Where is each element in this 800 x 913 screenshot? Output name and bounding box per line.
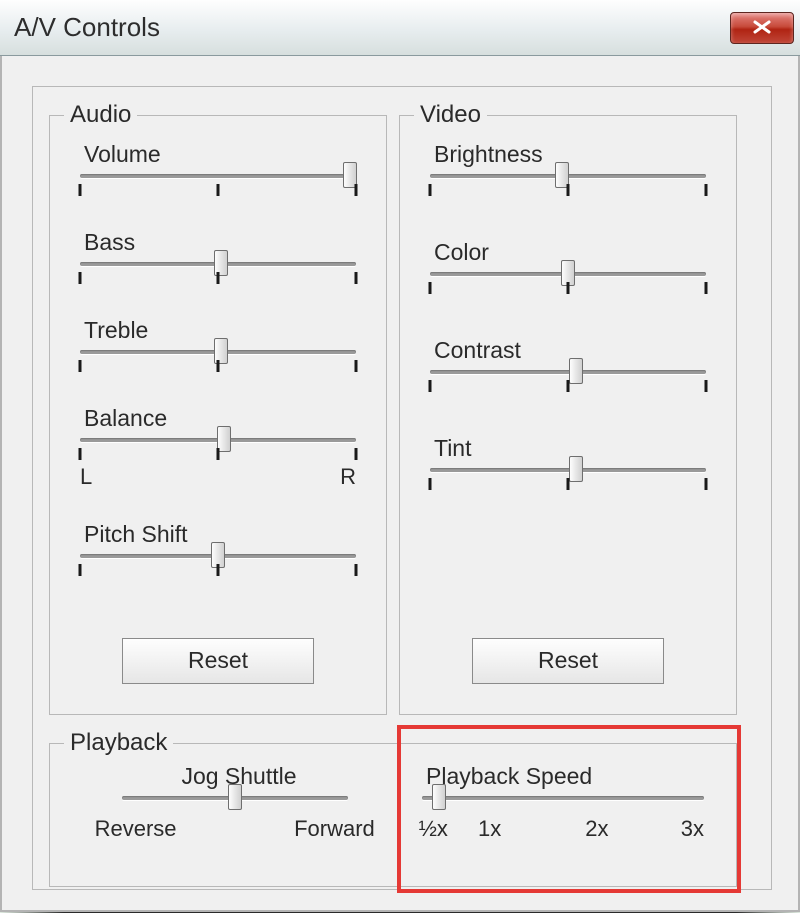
- close-icon: [752, 14, 772, 39]
- client-area: Audio Volume Bass: [0, 56, 800, 912]
- audio-legend: Audio: [64, 101, 137, 129]
- balance-ticks: [80, 448, 356, 462]
- playback-group: Playback Jog Shuttle Reverse Forward Pla…: [49, 729, 737, 887]
- color-control: Color: [426, 239, 710, 296]
- tint-control: Tint: [426, 435, 710, 492]
- video-group: Video Brightness Color: [399, 101, 737, 715]
- volume-control: Volume: [76, 141, 360, 198]
- speed-label: Playback Speed: [426, 763, 708, 790]
- title-bar: A/V Controls: [0, 0, 800, 56]
- speed-tick-3x: 3x: [681, 816, 704, 842]
- jog-control: Jog Shuttle Reverse Forward: [90, 763, 380, 838]
- brightness-control: Brightness: [426, 141, 710, 198]
- bass-ticks: [80, 272, 356, 286]
- close-button[interactable]: [730, 12, 794, 44]
- window-title: A/V Controls: [14, 12, 160, 43]
- speed-tick-half: ½x: [419, 816, 448, 842]
- brightness-ticks: [430, 184, 706, 198]
- volume-label: Volume: [84, 141, 360, 168]
- bass-slider[interactable]: [80, 262, 356, 266]
- bass-control: Bass: [76, 229, 360, 286]
- brightness-slider[interactable]: [430, 174, 706, 178]
- balance-slider[interactable]: [80, 438, 356, 442]
- tint-ticks: [430, 478, 706, 492]
- balance-left-label: L: [80, 464, 92, 490]
- contrast-control: Contrast: [426, 337, 710, 394]
- color-ticks: [430, 282, 706, 296]
- playback-legend: Playback: [64, 729, 173, 757]
- pitchshift-ticks: [80, 564, 356, 578]
- jog-thumb[interactable]: [228, 784, 242, 810]
- jog-forward-label: Forward: [294, 816, 375, 842]
- inner-panel: Audio Volume Bass: [32, 86, 772, 890]
- brightness-label: Brightness: [434, 141, 710, 168]
- pitchshift-control: Pitch Shift: [76, 521, 360, 578]
- balance-sub-labels: L R: [80, 464, 356, 486]
- jog-sub-labels: Reverse Forward: [122, 816, 348, 838]
- treble-slider[interactable]: [80, 350, 356, 354]
- speed-tick-1x: 1x: [478, 816, 501, 842]
- audio-group: Audio Volume Bass: [49, 101, 387, 715]
- av-controls-window: A/V Controls Audio Volume: [0, 0, 800, 912]
- volume-ticks: [80, 184, 356, 198]
- speed-tick-2x: 2x: [585, 816, 608, 842]
- speed-tick-labels: ½x 1x 2x 3x: [422, 816, 704, 838]
- video-reset-button[interactable]: Reset: [472, 638, 664, 684]
- video-legend: Video: [414, 101, 487, 129]
- jog-slider[interactable]: [122, 796, 348, 800]
- audio-reset-button[interactable]: Reset: [122, 638, 314, 684]
- volume-slider[interactable]: [80, 174, 356, 178]
- balance-right-label: R: [340, 464, 356, 490]
- contrast-ticks: [430, 380, 706, 394]
- tint-slider[interactable]: [430, 468, 706, 472]
- jog-reverse-label: Reverse: [95, 816, 177, 842]
- balance-control: Balance L R: [76, 405, 360, 486]
- speed-control: Playback Speed ½x 1x 2x 3x: [418, 763, 708, 838]
- treble-ticks: [80, 360, 356, 374]
- treble-control: Treble: [76, 317, 360, 374]
- color-slider[interactable]: [430, 272, 706, 276]
- speed-thumb[interactable]: [432, 784, 446, 810]
- pitchshift-slider[interactable]: [80, 554, 356, 558]
- contrast-slider[interactable]: [430, 370, 706, 374]
- speed-slider[interactable]: [422, 796, 704, 800]
